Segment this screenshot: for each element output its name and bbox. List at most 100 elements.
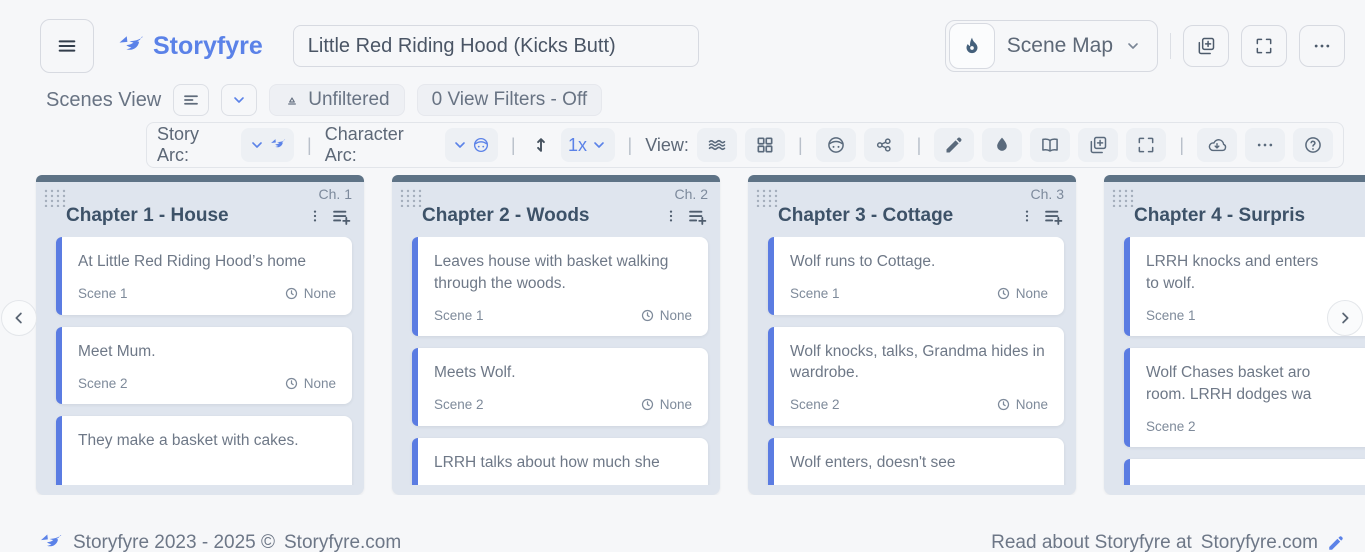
top-bar-right: Scene Map (945, 20, 1345, 72)
help-icon (1303, 135, 1323, 155)
toolbar-more-button[interactable] (1245, 128, 1285, 162)
column-color-bar (748, 175, 1076, 182)
chapter-column-4: Chapter 4 - Surpris LRRH knocks and ente… (1104, 175, 1365, 495)
edit-button[interactable] (934, 128, 974, 162)
storyfyre-logo-icon (38, 530, 64, 552)
chapter-number-label: Ch. 1 (66, 186, 352, 203)
chapter-title[interactable]: Chapter 3 - Cottage (778, 205, 1019, 227)
scene-text: Wolf Chases basket aro room. LRRH dodges… (1146, 362, 1365, 405)
chevron-down-icon (591, 137, 607, 153)
zoom-level-dropdown[interactable]: 1x (561, 128, 615, 162)
duplicate-board-button[interactable] (1183, 25, 1229, 67)
scene-card[interactable]: Wolf Chases basket aro room. LRRH dodges… (1124, 348, 1365, 447)
scroll-left-button[interactable] (1, 300, 37, 336)
add-scene-icon[interactable] (1043, 206, 1064, 227)
scene-card[interactable]: They make a basket with cakes. (56, 416, 352, 485)
divider (1170, 33, 1171, 59)
scene-duration: None (304, 376, 336, 391)
view-filters-label: 0 View Filters - Off (432, 89, 588, 111)
scene-card[interactable]: Wolf runs to Cottage. Scene 1 None (768, 237, 1064, 315)
story-title-input[interactable] (293, 25, 699, 67)
drag-handle-icon[interactable] (44, 189, 66, 207)
chapter-column-1: Ch. 1 Chapter 1 - House At Little Red Ri… (36, 175, 364, 495)
characters-button[interactable] (816, 128, 856, 162)
scene-number-label: Scene 1 (790, 286, 840, 301)
scene-text: LRRH talks about how much she (434, 452, 692, 474)
fullscreen-button[interactable] (1241, 25, 1287, 67)
waves-icon (707, 135, 727, 155)
drag-handle-icon[interactable] (1112, 189, 1134, 207)
flame-icon (961, 35, 983, 57)
chapter-title[interactable]: Chapter 2 - Woods (422, 205, 663, 227)
scene-card[interactable]: Leaves house with basket walking through… (412, 237, 708, 336)
drag-handle-icon[interactable] (756, 189, 778, 207)
more-options-button[interactable] (1299, 25, 1345, 67)
cloud-sync-button[interactable] (1197, 128, 1237, 162)
scene-text: LRRH knocks and enters to wolf. (1146, 251, 1365, 294)
footer-site-link[interactable]: Storyfyre.com (284, 532, 401, 552)
add-scene-icon[interactable] (687, 206, 708, 227)
grid-view-button[interactable] (745, 128, 785, 162)
vertical-resize-icon[interactable] (531, 135, 551, 155)
filter-status-label: Unfiltered (308, 89, 389, 111)
ellipsis-icon (1312, 36, 1332, 56)
chapter-columns: Ch. 1 Chapter 1 - House At Little Red Ri… (0, 175, 1365, 495)
scene-card[interactable]: At Little Red Riding Hood’s home Scene 1… (56, 237, 352, 315)
view-mode-selector[interactable]: Scene Map (945, 20, 1158, 72)
chapter-menu-icon[interactable] (1019, 208, 1035, 224)
scene-text: Leaves house with basket walking through… (434, 251, 692, 294)
footer-site-link[interactable]: Storyfyre.com (1201, 532, 1318, 552)
relationships-button[interactable] (864, 128, 904, 162)
view-dropdown-button[interactable] (221, 84, 257, 116)
help-button[interactable] (1293, 128, 1333, 162)
toolbar-separator: | (798, 135, 803, 156)
waves-view-button[interactable] (697, 128, 737, 162)
scene-duration: None (1016, 397, 1048, 412)
view-layout-button[interactable] (173, 84, 209, 116)
app-logo-text: Storyfyre (153, 32, 263, 61)
scene-card[interactable]: Wolf enters, doesn't see (768, 438, 1064, 486)
drag-handle-icon[interactable] (400, 189, 422, 207)
add-scene-icon[interactable] (331, 206, 352, 227)
clock-icon (284, 286, 299, 301)
story-arc-dropdown[interactable] (241, 128, 294, 162)
ink-style-button[interactable] (982, 128, 1022, 162)
scene-card-list: Leaves house with basket walking through… (392, 237, 720, 485)
app-logo[interactable]: Storyfyre (116, 31, 263, 61)
hamburger-menu-button[interactable] (40, 19, 94, 73)
chapter-menu-icon[interactable] (307, 208, 323, 224)
chapter-title[interactable]: Chapter 4 - Surpris (1134, 205, 1365, 227)
zoom-level-value: 1x (568, 135, 587, 156)
toolbar-separator: | (511, 135, 516, 156)
chevron-down-icon (249, 137, 265, 153)
scene-card[interactable] (1124, 459, 1365, 485)
duplicate-view-button[interactable] (1078, 128, 1118, 162)
pencil-icon (1327, 534, 1345, 552)
chevron-right-icon (1336, 309, 1354, 327)
clock-icon (284, 376, 299, 391)
footer-read-text: Read about Storyfyre at (991, 532, 1192, 552)
toolbar-separator: | (1179, 135, 1184, 156)
scene-text: Wolf enters, doesn't see (790, 452, 1048, 474)
storyfyre-logo-icon (116, 31, 146, 61)
scene-card[interactable]: Meets Wolf. Scene 2 None (412, 348, 708, 426)
chapter-title[interactable]: Chapter 1 - House (66, 205, 307, 227)
page-footer: Storyfyre 2023 - 2025 © Storyfyre.com Re… (38, 530, 1345, 552)
scene-duration: None (304, 286, 336, 301)
scroll-right-button[interactable] (1327, 300, 1363, 336)
story-arc-label: Story Arc: (157, 124, 233, 166)
scene-map-flame-chip[interactable] (949, 23, 995, 69)
expand-view-button[interactable] (1126, 128, 1166, 162)
storyfyre-logo-icon (269, 136, 287, 154)
read-mode-button[interactable] (1030, 128, 1070, 162)
scene-card[interactable]: Meet Mum. Scene 2 None (56, 327, 352, 405)
scene-card[interactable]: LRRH talks about how much she (412, 438, 708, 486)
open-book-icon (1040, 135, 1060, 155)
toolbar-separator: | (307, 135, 312, 156)
filter-status-pill[interactable]: Unfiltered (269, 84, 404, 116)
chapter-menu-icon[interactable] (663, 208, 679, 224)
view-filters-pill[interactable]: 0 View Filters - Off (417, 84, 603, 116)
scene-card[interactable]: Wolf knocks, talks, Grandma hides in war… (768, 327, 1064, 426)
character-arc-dropdown[interactable] (445, 128, 498, 162)
scene-number-label: Scene 2 (434, 397, 484, 412)
